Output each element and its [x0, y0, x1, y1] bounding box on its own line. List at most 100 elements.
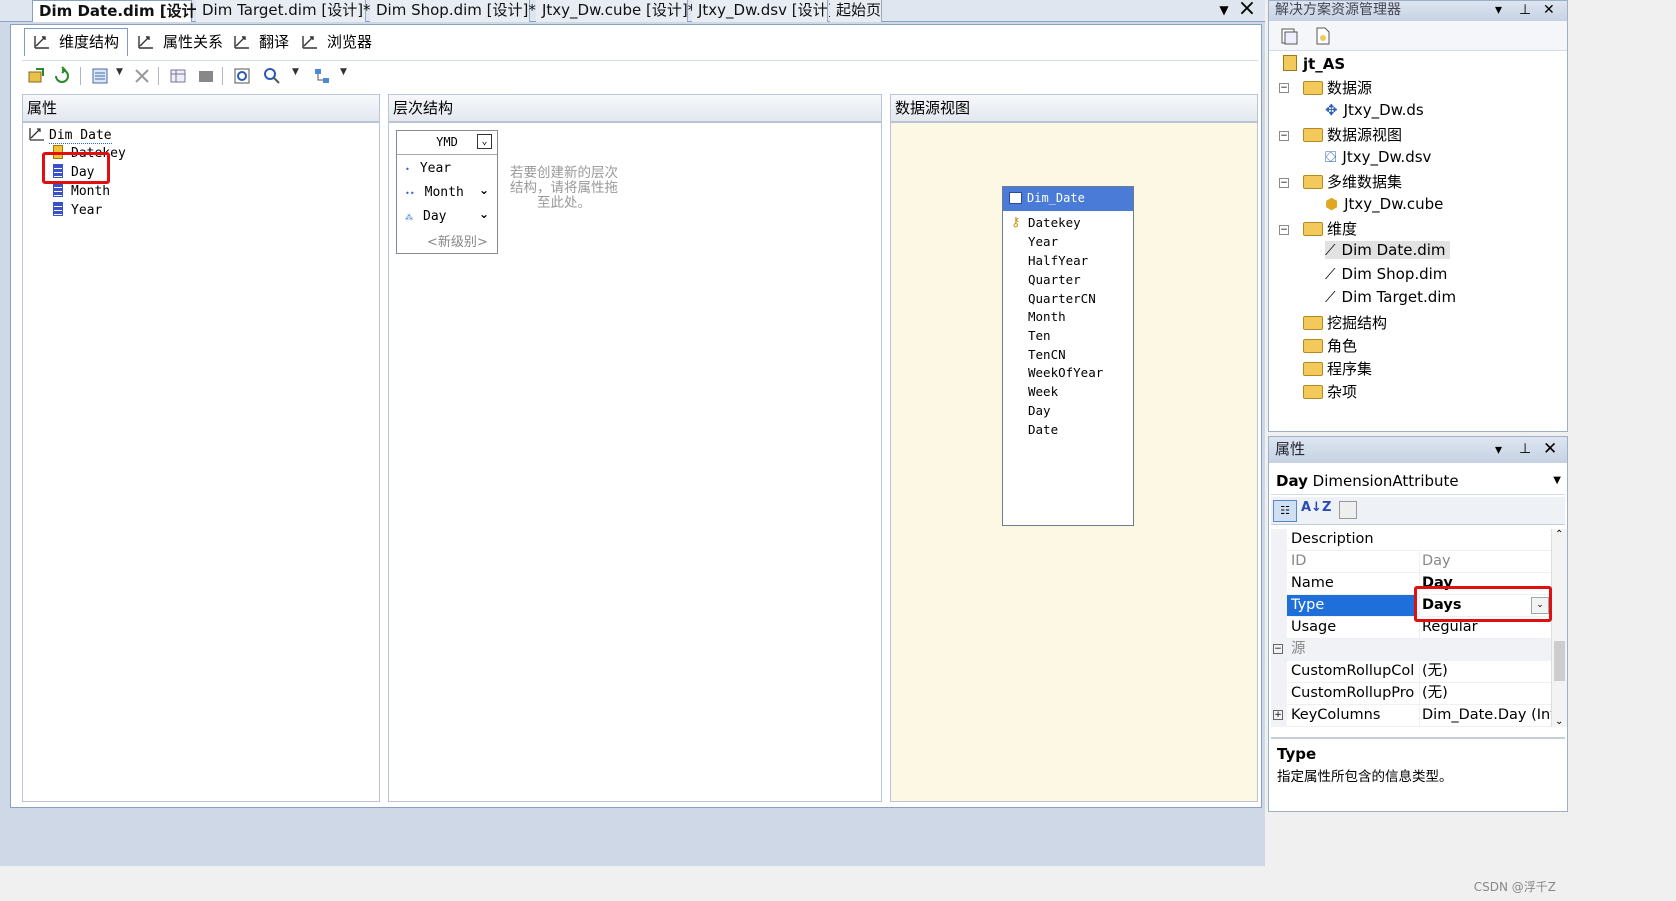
se-folder-data-sources[interactable]: 数据源 [1303, 77, 1372, 98]
tab-attribute-relationships[interactable]: 属性关系 [128, 28, 232, 56]
doc-tab-dim-target[interactable]: Dim Target.dim [设计]* [196, 0, 371, 22]
hierarchy-level-day[interactable]: ⁂ Day [405, 209, 446, 224]
categorized-icon[interactable]: ☷ [1273, 500, 1297, 522]
dsv-column[interactable]: Day [1028, 403, 1051, 418]
property-row-custom-rollup-properties[interactable]: CustomRollupProp (无) [1271, 683, 1551, 705]
se-item-data-source[interactable]: ✥ Jtxy_Dw.ds [1325, 101, 1424, 119]
delete-icon[interactable] [132, 66, 152, 86]
doc-tab-start-page[interactable]: 起始页 [830, 0, 882, 22]
dsv-column[interactable]: Year [1028, 234, 1058, 249]
dsv-column[interactable]: Date [1028, 422, 1058, 437]
collapse-icon[interactable]: − [1279, 225, 1289, 235]
alphabetical-icon[interactable]: A↓Z [1301, 500, 1331, 515]
se-folder-misc[interactable]: 杂项 [1303, 381, 1357, 402]
layout-icon[interactable] [312, 66, 332, 86]
scroll-down-icon[interactable]: ⌄ [1555, 716, 1563, 727]
hierarchy-box[interactable]: YMD ⌄ • Year •• Month ⌄ ⁂ Day ⌄ <新级别> [396, 130, 498, 254]
dsv-column[interactable]: WeekOfYear [1028, 365, 1103, 380]
property-row-key-columns[interactable]: + KeyColumns Dim_Date.Day (Inte [1271, 705, 1551, 727]
se-folder-assemblies[interactable]: 程序集 [1303, 358, 1372, 379]
dsv-column[interactable]: Quarter [1028, 272, 1081, 287]
hierarchy-level-month[interactable]: •• Month [405, 185, 464, 200]
new-level-placeholder[interactable]: <新级别> [427, 231, 488, 250]
tab-translations[interactable]: 翻译 [224, 28, 298, 56]
se-folder-roles[interactable]: 角色 [1303, 335, 1357, 356]
dsv-table-header[interactable]: Dim_Date [1003, 187, 1133, 211]
close-icon[interactable]: × [1236, 0, 1258, 20]
se-item-dsv[interactable]: ⛋ Jtxy_Dw.dsv [1325, 148, 1431, 166]
refresh-icon[interactable] [52, 66, 72, 86]
attribute-item-month[interactable]: Month [53, 183, 110, 199]
zoom-dropdown-icon[interactable]: ▼ [292, 67, 299, 77]
dsv-table[interactable]: Dim_Date ⚷ Datekey Year HalfYear Quarter… [1002, 186, 1134, 526]
se-item-dim-target[interactable]: ⟋ Dim Target.dim [1325, 288, 1456, 306]
chevron-down-icon[interactable]: ⌄ [479, 183, 489, 197]
project-node[interactable]: jt_AS [1283, 55, 1345, 73]
se-folder-cubes[interactable]: 多维数据集 [1303, 171, 1402, 192]
property-value[interactable]: Day [1419, 551, 1551, 572]
property-row-custom-rollup-column[interactable]: CustomRollupColu (无) [1271, 661, 1551, 683]
property-row-description[interactable]: Description [1271, 529, 1551, 551]
property-pages-icon[interactable] [1339, 501, 1357, 519]
se-item-dim-date[interactable]: ⟋ Dim Date.dim [1325, 241, 1450, 259]
property-value[interactable]: Dim_Date.Day (Inte [1419, 705, 1551, 726]
folder-label: 挖掘结构 [1327, 314, 1388, 332]
show-list-icon[interactable] [90, 66, 110, 86]
se-folder-dimensions[interactable]: 维度 [1303, 218, 1357, 239]
se-folder-mining[interactable]: 挖掘结构 [1303, 312, 1387, 333]
show-list-dropdown-icon[interactable]: ▼ [116, 67, 123, 77]
collapse-icon[interactable]: − [1279, 131, 1289, 141]
dsv-column[interactable]: Week [1028, 384, 1058, 399]
property-value[interactable]: (无) [1419, 683, 1551, 704]
hierarchy-level-year[interactable]: • Year [405, 161, 451, 176]
process-icon[interactable] [26, 66, 46, 86]
properties-icon[interactable] [1279, 26, 1299, 46]
dropdown-icon[interactable]: ▾ [1495, 441, 1502, 459]
table-icon[interactable] [168, 66, 188, 86]
dsv-column[interactable]: Ten [1028, 328, 1051, 343]
gray-block-icon[interactable] [196, 66, 216, 86]
dsv-column[interactable]: TenCN [1028, 347, 1066, 362]
close-icon[interactable]: ✕ [1543, 1, 1555, 19]
tab-dimension-structure[interactable]: 维度结构 [24, 28, 129, 56]
se-item-cube[interactable]: ⬢ Jtxy_Dw.cube [1325, 195, 1443, 213]
doc-tab-cube[interactable]: Jtxy_Dw.cube [设计]* [536, 0, 695, 22]
close-icon[interactable]: ✕ [1543, 440, 1557, 458]
property-category-source[interactable]: − 源 [1271, 639, 1551, 661]
pin-icon[interactable]: ⊥ [1519, 440, 1531, 458]
toolbar-separator [158, 67, 159, 85]
property-value[interactable]: (无) [1419, 661, 1551, 682]
pin-icon[interactable]: ⊥ [1519, 1, 1531, 19]
dsv-column[interactable]: Month [1028, 309, 1066, 324]
collapse-icon[interactable]: − [1279, 83, 1289, 93]
attribute-item-year[interactable]: Year [53, 202, 102, 218]
object-selector[interactable]: Day DimensionAttribute ▼ [1271, 469, 1565, 495]
dsv-column[interactable]: HalfYear [1028, 253, 1088, 268]
dimension-node[interactable]: Dim Date [29, 127, 112, 144]
tab-list-dropdown-icon[interactable]: ▼ [1215, 0, 1233, 20]
dsv-column[interactable]: Datekey [1028, 215, 1081, 230]
doc-tab-dim-shop[interactable]: Dim Shop.dim [设计]* [370, 0, 536, 22]
dsv-column[interactable]: QuarterCN [1028, 291, 1096, 306]
scroll-thumb[interactable] [1554, 641, 1565, 681]
collapse-icon[interactable]: ⌄ [477, 134, 492, 149]
scroll-up-icon[interactable]: ⌃ [1555, 529, 1563, 540]
hierarchy-title[interactable]: YMD ⌄ [397, 131, 497, 155]
chevron-down-icon[interactable]: ⌄ [479, 207, 489, 221]
zoom-to-fit-icon[interactable] [232, 66, 252, 86]
chevron-down-icon[interactable]: ▼ [1553, 469, 1561, 493]
tab-browser[interactable]: 浏览器 [292, 28, 381, 56]
property-grid-scrollbar[interactable]: ⌃ ⌄ [1551, 529, 1567, 727]
layout-dropdown-icon[interactable]: ▼ [340, 67, 347, 77]
show-all-files-icon[interactable] [1313, 26, 1333, 46]
doc-tab-dim-date[interactable]: Dim Date.dim [设计]* [32, 0, 211, 22]
zoom-icon[interactable] [262, 66, 282, 86]
expand-icon[interactable]: + [1273, 710, 1283, 720]
collapse-icon[interactable]: − [1273, 644, 1283, 654]
se-item-dim-shop[interactable]: ⟋ Dim Shop.dim [1325, 265, 1447, 283]
dropdown-icon[interactable]: ▾ [1495, 1, 1502, 19]
collapse-icon[interactable]: − [1279, 178, 1289, 188]
se-folder-dsv[interactable]: 数据源视图 [1303, 124, 1402, 145]
property-row-id[interactable]: ID Day [1271, 551, 1551, 573]
doc-tab-dsv[interactable]: Jtxy_Dw.dsv [设计] [692, 0, 833, 22]
